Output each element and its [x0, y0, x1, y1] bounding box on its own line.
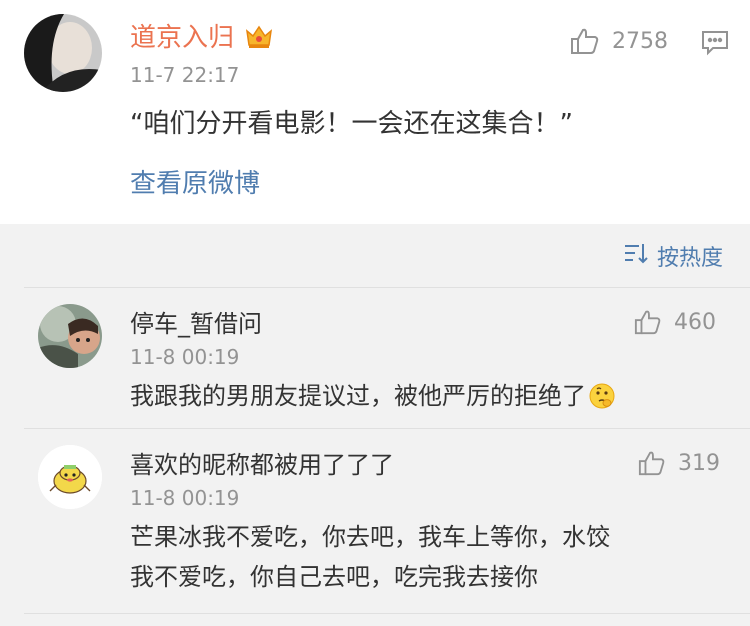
comment-time: 11-8 00:19: [130, 345, 240, 369]
comment-text: 我跟我的男朋友提议过，被他严厉的拒绝了: [130, 376, 710, 422]
commenter-avatar[interactable]: [38, 304, 102, 368]
comment-text: 芒果冰我不爱吃，你去吧，我车上等你，水饺 我不爱吃，你自己去吧，吃完我去接你: [130, 517, 710, 597]
sort-icon: [623, 242, 657, 270]
comment-like-count: 460: [674, 309, 716, 335]
author-avatar[interactable]: [24, 14, 102, 92]
post-time: 11-7 22:17: [130, 63, 240, 87]
sort-label: 按热度: [656, 246, 723, 271]
comment-time: 11-8 00:19: [130, 486, 240, 510]
comment-like-count: 319: [678, 450, 720, 476]
view-original-link[interactable]: 查看原微博: [130, 166, 260, 202]
comment-like-button[interactable]: 460: [634, 308, 716, 336]
thumbs-up-icon: [634, 308, 674, 336]
commenter-avatar[interactable]: [38, 445, 102, 509]
post-like-count: 2758: [612, 28, 668, 54]
comment-like-button[interactable]: 319: [638, 449, 720, 477]
sort-button[interactable]: 按热度: [623, 240, 723, 272]
thumbs-up-icon: [638, 449, 678, 477]
comment-icon[interactable]: [701, 30, 729, 60]
divider: [24, 613, 750, 614]
commenter-name[interactable]: 喜欢的昵称都被用了了了: [130, 449, 394, 481]
author-name[interactable]: 道京入归: [130, 20, 234, 56]
post-like-button[interactable]: 2758: [570, 26, 668, 56]
comment-item: 停车_暂借问 11-8 00:19 460 我跟我的男朋友提议过，被他严厉的拒绝…: [0, 288, 750, 428]
original-post: 道京入归 11-7 22:17 2758 “咱们分开看电影！一会还在这集合！” …: [0, 0, 750, 224]
comment-text-line: 芒果冰我不爱吃，你去吧，我车上等你，水饺: [130, 523, 610, 551]
thinking-emoji-icon: [588, 382, 616, 422]
post-text: “咱们分开看电影！一会还在这集合！”: [130, 109, 573, 139]
comment-text-content: 我跟我的男朋友提议过，被他严厉的拒绝了: [130, 382, 586, 410]
comment-sort-bar: 按热度: [0, 224, 750, 288]
thumbs-up-icon: [570, 26, 612, 56]
comment-item: 喜欢的昵称都被用了了了 11-8 00:19 319 芒果冰我不爱吃，你去吧，我…: [0, 429, 750, 626]
comment-text-line: 我不爱吃，你自己去吧，吃完我去接你: [130, 563, 538, 591]
crown-icon: [244, 22, 274, 52]
commenter-name[interactable]: 停车_暂借问: [130, 308, 262, 340]
